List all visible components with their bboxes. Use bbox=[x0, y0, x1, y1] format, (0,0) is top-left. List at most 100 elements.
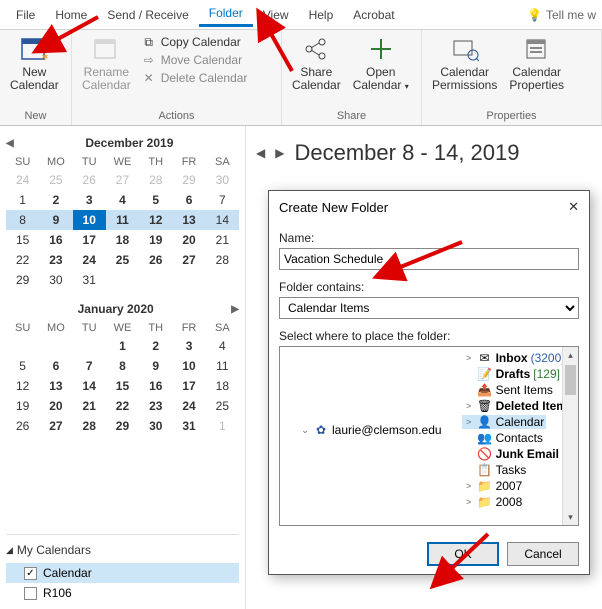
calendar-day[interactable]: 28 bbox=[139, 170, 172, 190]
calendar-day[interactable]: 15 bbox=[6, 230, 39, 250]
calendar-day[interactable]: 1 bbox=[206, 416, 239, 436]
next-month-icon[interactable]: ▶ bbox=[231, 304, 239, 315]
calendar-day[interactable]: 13 bbox=[172, 210, 205, 230]
calendar-day[interactable]: 30 bbox=[39, 270, 72, 290]
calendar-day[interactable]: 20 bbox=[39, 396, 72, 416]
tell-me[interactable]: 💡 Tell me w bbox=[527, 8, 596, 22]
calendar-day[interactable] bbox=[139, 270, 172, 290]
calendar-day[interactable]: 10 bbox=[73, 210, 106, 230]
share-calendar-button[interactable]: Share Calendar bbox=[286, 32, 347, 94]
calendar-day[interactable]: 23 bbox=[39, 250, 72, 270]
ok-button[interactable]: OK bbox=[427, 542, 499, 566]
calendar-day[interactable]: 18 bbox=[106, 230, 139, 250]
calendar-day[interactable]: 17 bbox=[73, 230, 106, 250]
tab-file[interactable]: File bbox=[6, 4, 45, 26]
calendar-day[interactable]: 9 bbox=[39, 210, 72, 230]
calendar-day[interactable]: 28 bbox=[73, 416, 106, 436]
calendar-day[interactable]: 14 bbox=[206, 210, 239, 230]
tab-send-receive[interactable]: Send / Receive bbox=[97, 4, 198, 26]
calendar-day[interactable] bbox=[73, 336, 106, 356]
close-icon[interactable]: ✕ bbox=[568, 199, 579, 215]
tree-scrollbar[interactable]: ▴ ▾ bbox=[562, 347, 578, 525]
calendar-permissions-button[interactable]: Calendar Permissions bbox=[426, 32, 503, 94]
calendar-day[interactable]: 3 bbox=[172, 336, 205, 356]
calendar-day[interactable]: 4 bbox=[106, 190, 139, 210]
calendar-day[interactable]: 29 bbox=[172, 170, 205, 190]
tab-help[interactable]: Help bbox=[299, 4, 344, 26]
checkbox[interactable]: ✓ bbox=[24, 567, 37, 580]
calendar-day[interactable]: 29 bbox=[106, 416, 139, 436]
calendar-day[interactable]: 7 bbox=[73, 356, 106, 376]
next-week-icon[interactable]: ▶ bbox=[275, 146, 284, 160]
folder-tree[interactable]: ⌄✿laurie@clemson.edu>✉Inbox (3200)📝Draft… bbox=[279, 346, 579, 526]
delete-calendar-button[interactable]: ✕Delete Calendar bbox=[137, 70, 252, 86]
calendar-day[interactable]: 17 bbox=[172, 376, 205, 396]
scroll-up-icon[interactable]: ▴ bbox=[563, 347, 578, 363]
my-calendars-header[interactable]: ◢ My Calendars bbox=[6, 543, 239, 557]
calendar-day[interactable]: 1 bbox=[6, 190, 39, 210]
calendar-day[interactable]: 26 bbox=[139, 250, 172, 270]
tab-view[interactable]: View bbox=[253, 4, 299, 26]
scroll-thumb[interactable] bbox=[565, 365, 576, 395]
calendar-day[interactable]: 16 bbox=[139, 376, 172, 396]
calendar-day[interactable]: 25 bbox=[206, 396, 239, 416]
move-calendar-button[interactable]: ⇨Move Calendar bbox=[137, 52, 252, 68]
calendar-day[interactable]: 22 bbox=[6, 250, 39, 270]
calendar-list-item[interactable]: R106 bbox=[6, 583, 239, 603]
calendar-day[interactable]: 30 bbox=[139, 416, 172, 436]
calendar-day[interactable]: 20 bbox=[172, 230, 205, 250]
calendar-day[interactable]: 5 bbox=[139, 190, 172, 210]
calendar-day[interactable]: 27 bbox=[172, 250, 205, 270]
calendar-day[interactable]: 25 bbox=[106, 250, 139, 270]
calendar-day[interactable]: 31 bbox=[73, 270, 106, 290]
calendar-day[interactable]: 25 bbox=[39, 170, 72, 190]
calendar-day[interactable]: 19 bbox=[139, 230, 172, 250]
calendar-day[interactable]: 10 bbox=[172, 356, 205, 376]
checkbox[interactable] bbox=[24, 587, 37, 600]
calendar-day[interactable]: 11 bbox=[206, 356, 239, 376]
calendar-day[interactable]: 6 bbox=[39, 356, 72, 376]
rename-calendar-button[interactable]: Rename Calendar bbox=[76, 32, 137, 94]
calendar-day[interactable]: 27 bbox=[106, 170, 139, 190]
calendar-day[interactable]: 24 bbox=[6, 170, 39, 190]
tab-acrobat[interactable]: Acrobat bbox=[343, 4, 404, 26]
calendar-day[interactable]: 14 bbox=[73, 376, 106, 396]
scroll-down-icon[interactable]: ▾ bbox=[563, 509, 578, 525]
calendar-list-item[interactable]: ✓Calendar bbox=[6, 563, 239, 583]
tree-root-item[interactable]: ⌄✿laurie@clemson.edu>✉Inbox (3200)📝Draft… bbox=[298, 349, 576, 511]
calendar-day[interactable]: 23 bbox=[139, 396, 172, 416]
calendar-day[interactable]: 19 bbox=[6, 396, 39, 416]
tab-folder[interactable]: Folder bbox=[199, 2, 253, 27]
calendar-day[interactable]: 4 bbox=[206, 336, 239, 356]
calendar-day[interactable]: 3 bbox=[73, 190, 106, 210]
calendar-day[interactable]: 1 bbox=[106, 336, 139, 356]
calendar-day[interactable]: 24 bbox=[73, 250, 106, 270]
cancel-button[interactable]: Cancel bbox=[507, 542, 579, 566]
calendar-day[interactable]: 21 bbox=[206, 230, 239, 250]
calendar-day[interactable]: 18 bbox=[206, 376, 239, 396]
calendar-day[interactable]: 5 bbox=[6, 356, 39, 376]
calendar-day[interactable] bbox=[6, 336, 39, 356]
calendar-day[interactable]: 6 bbox=[172, 190, 205, 210]
calendar-day[interactable]: 2 bbox=[39, 190, 72, 210]
calendar-day[interactable]: 28 bbox=[206, 250, 239, 270]
calendar-day[interactable]: 27 bbox=[39, 416, 72, 436]
copy-calendar-button[interactable]: ⧉Copy Calendar bbox=[137, 34, 252, 50]
calendar-day[interactable]: 24 bbox=[172, 396, 205, 416]
open-calendar-button[interactable]: Open Calendar ▾ bbox=[347, 32, 415, 95]
calendar-day[interactable]: 13 bbox=[39, 376, 72, 396]
calendar-day[interactable]: 21 bbox=[73, 396, 106, 416]
calendar-day[interactable]: 11 bbox=[106, 210, 139, 230]
calendar-day[interactable]: 31 bbox=[172, 416, 205, 436]
calendar-day[interactable]: 2 bbox=[139, 336, 172, 356]
prev-week-icon[interactable]: ◀ bbox=[256, 146, 265, 160]
calendar-day[interactable]: 9 bbox=[139, 356, 172, 376]
folder-contains-select[interactable]: Calendar Items bbox=[279, 297, 579, 319]
calendar-day[interactable]: 15 bbox=[106, 376, 139, 396]
calendar-day[interactable]: 22 bbox=[106, 396, 139, 416]
calendar-day[interactable]: 12 bbox=[139, 210, 172, 230]
calendar-day[interactable]: 29 bbox=[6, 270, 39, 290]
calendar-properties-button[interactable]: Calendar Properties bbox=[503, 32, 570, 94]
calendar-day[interactable]: 7 bbox=[206, 190, 239, 210]
tab-home[interactable]: Home bbox=[45, 4, 97, 26]
